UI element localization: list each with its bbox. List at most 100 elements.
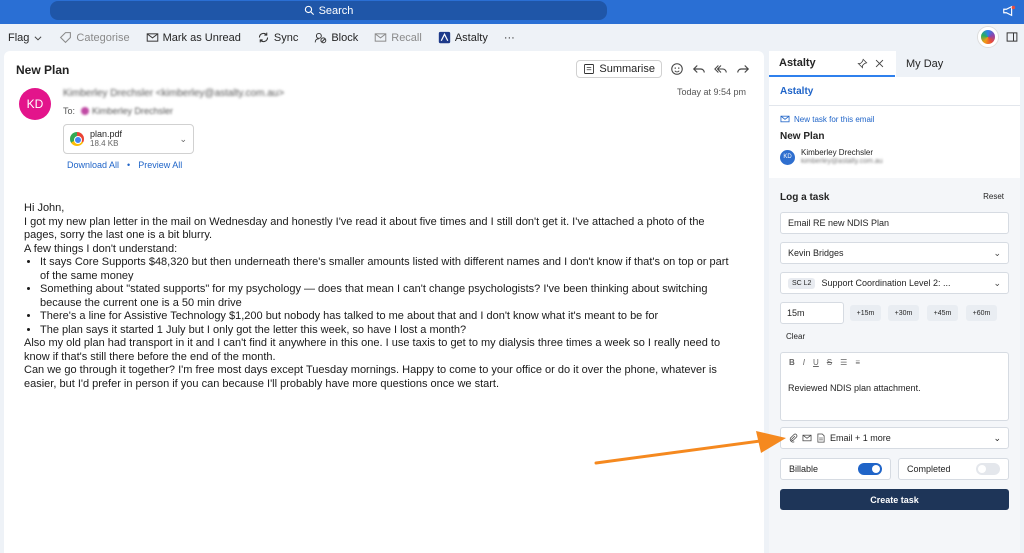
italic-button[interactable]: I	[803, 358, 805, 367]
create-task-button[interactable]: Create task	[780, 489, 1009, 510]
recipient-name[interactable]: Kimberley Drechsler	[81, 106, 173, 116]
copilot-icon[interactable]	[978, 27, 998, 47]
billable-label: Billable	[789, 464, 819, 474]
close-icon[interactable]	[874, 58, 885, 69]
notes-editor[interactable]: B I U S ☰ ≡ Reviewed NDIS plan attachmen…	[780, 352, 1009, 421]
email-bullet-list: It says Core Supports $48,320 but then u…	[24, 256, 739, 337]
add-60m-button[interactable]: +60m	[966, 305, 997, 321]
mark-unread-button[interactable]: Mark as Unread	[138, 27, 249, 49]
preview-all-link[interactable]: Preview All	[138, 160, 182, 170]
reply-icon[interactable]	[692, 62, 706, 76]
bullet-list-button[interactable]: ☰	[840, 358, 847, 367]
strikethrough-button[interactable]: S	[827, 358, 832, 367]
chrome-file-icon	[70, 132, 84, 146]
search-box[interactable]: Search	[50, 1, 607, 20]
tab-tools	[857, 58, 885, 69]
add-30m-button[interactable]: +30m	[888, 305, 919, 321]
clear-button[interactable]: Clear	[786, 332, 805, 341]
email-paragraph: Can we go through it together? I'm free …	[24, 364, 717, 390]
billable-switch[interactable]	[858, 463, 882, 475]
attachment-size: 18.4 KB	[90, 139, 119, 148]
editor-toolbar: B I U S ☰ ≡	[789, 358, 860, 367]
envelope-icon	[802, 434, 812, 442]
attachments-value: Email + 1 more	[830, 433, 891, 443]
contact-avatar: KD	[780, 149, 795, 165]
chevron-down-icon	[34, 35, 42, 41]
emoji-icon[interactable]	[670, 62, 684, 76]
list-item: Something about "stated supports" for my…	[40, 283, 739, 310]
ribbon-toolbar: Flag Categorise Mark as Unread Sync Bloc…	[0, 24, 1024, 51]
separator-dot: •	[127, 160, 131, 170]
contact-info: Kimberley Drechsler kimberley@astalty.co…	[801, 148, 883, 166]
bold-button[interactable]: B	[789, 358, 795, 367]
email-body: Hi John, I got my new plan letter in the…	[24, 202, 739, 391]
support-item-select[interactable]: SC L2 Support Coordination Level 2: ... …	[780, 272, 1009, 294]
underline-button[interactable]: U	[813, 358, 819, 367]
attachment-info: plan.pdf 18.4 KB	[90, 129, 122, 149]
assignee-select[interactable]: Kevin Bridges ⌄	[780, 242, 1009, 264]
completed-switch[interactable]	[976, 463, 1000, 475]
flag-button[interactable]: Flag	[0, 27, 51, 49]
reset-button[interactable]: Reset	[983, 192, 1004, 201]
email-timestamp: Today at 9:54 pm	[676, 87, 746, 97]
email-actions: Summarise	[576, 60, 750, 78]
tag-icon	[60, 32, 72, 44]
support-badge: SC L2	[788, 277, 816, 289]
add-45m-button[interactable]: +45m	[927, 305, 958, 321]
annotation-arrow	[594, 431, 786, 465]
list-item: It says Core Supports $48,320 but then u…	[40, 256, 739, 283]
pin-icon[interactable]	[857, 58, 868, 69]
chevron-down-icon[interactable]: ⌄	[179, 134, 187, 145]
add-15m-button[interactable]: +15m	[850, 305, 881, 321]
more-actions-label: ···	[503, 31, 515, 44]
envelope-icon	[780, 115, 790, 123]
side-panel-icon[interactable]	[1006, 31, 1018, 43]
divider	[769, 105, 1020, 106]
sender-address[interactable]: Kimberley Drechsler <kimberley@astalty.c…	[63, 88, 284, 99]
completed-label: Completed	[907, 464, 951, 474]
email-paragraph: I got my new plan letter in the mail on …	[24, 215, 705, 242]
envelope-icon	[146, 33, 158, 42]
numbered-list-button[interactable]: ≡	[855, 358, 860, 367]
duration-value: 15m	[787, 308, 805, 318]
sync-icon	[258, 32, 268, 43]
contact-row: KD Kimberley Drechsler kimberley@astalty…	[780, 148, 883, 166]
tab-astalty-label: Astalty	[779, 57, 816, 69]
task-title-value: Email RE new NDIS Plan	[788, 218, 890, 228]
megaphone-icon[interactable]	[1002, 4, 1016, 18]
email-subject: New Plan	[16, 63, 70, 77]
sync-label: Sync	[273, 31, 299, 44]
astalty-ribbon-button[interactable]: Astalty	[430, 27, 496, 49]
email-greeting: Hi John,	[24, 202, 65, 214]
search-label: Search	[318, 4, 354, 17]
astalty-logo-icon	[438, 31, 451, 44]
billable-toggle-row: Billable	[780, 458, 891, 480]
forward-icon[interactable]	[736, 62, 750, 76]
chevron-down-icon: ⌄	[993, 277, 1001, 288]
summarise-button[interactable]: Summarise	[576, 60, 662, 78]
more-actions-button[interactable]: ···	[496, 27, 523, 49]
new-task-link[interactable]: New task for this email	[780, 114, 874, 124]
new-task-label: New task for this email	[794, 114, 875, 124]
attachment-links: Download All • Preview All	[67, 160, 182, 170]
attachments-select[interactable]: Email + 1 more ⌄	[780, 427, 1009, 449]
download-all-link[interactable]: Download All	[67, 160, 119, 170]
addin-brand: Astalty	[780, 86, 814, 97]
document-icon	[817, 433, 825, 443]
recall-button[interactable]: Recall	[366, 27, 430, 49]
task-title-input[interactable]: Email RE new NDIS Plan	[780, 212, 1009, 234]
attachment-card[interactable]: plan.pdf 18.4 KB ⌄	[63, 124, 194, 154]
tab-astalty[interactable]: Astalty	[769, 51, 895, 77]
chevron-down-icon: ⌄	[993, 432, 1001, 443]
recipient-line: To: Kimberley Drechsler	[63, 106, 173, 116]
tab-my-day[interactable]: My Day	[896, 51, 1020, 77]
reply-all-icon[interactable]	[714, 62, 728, 76]
duration-input[interactable]: 15m	[780, 302, 844, 324]
recall-label: Recall	[391, 31, 422, 44]
categorise-button[interactable]: Categorise	[51, 27, 137, 49]
recipient-avatar-dot	[81, 107, 90, 115]
contact-name: Kimberley Drechsler	[801, 148, 874, 157]
email-paragraph: A few things I don't understand:	[24, 242, 178, 255]
sync-button[interactable]: Sync	[249, 27, 306, 49]
block-button[interactable]: Block	[306, 27, 366, 49]
